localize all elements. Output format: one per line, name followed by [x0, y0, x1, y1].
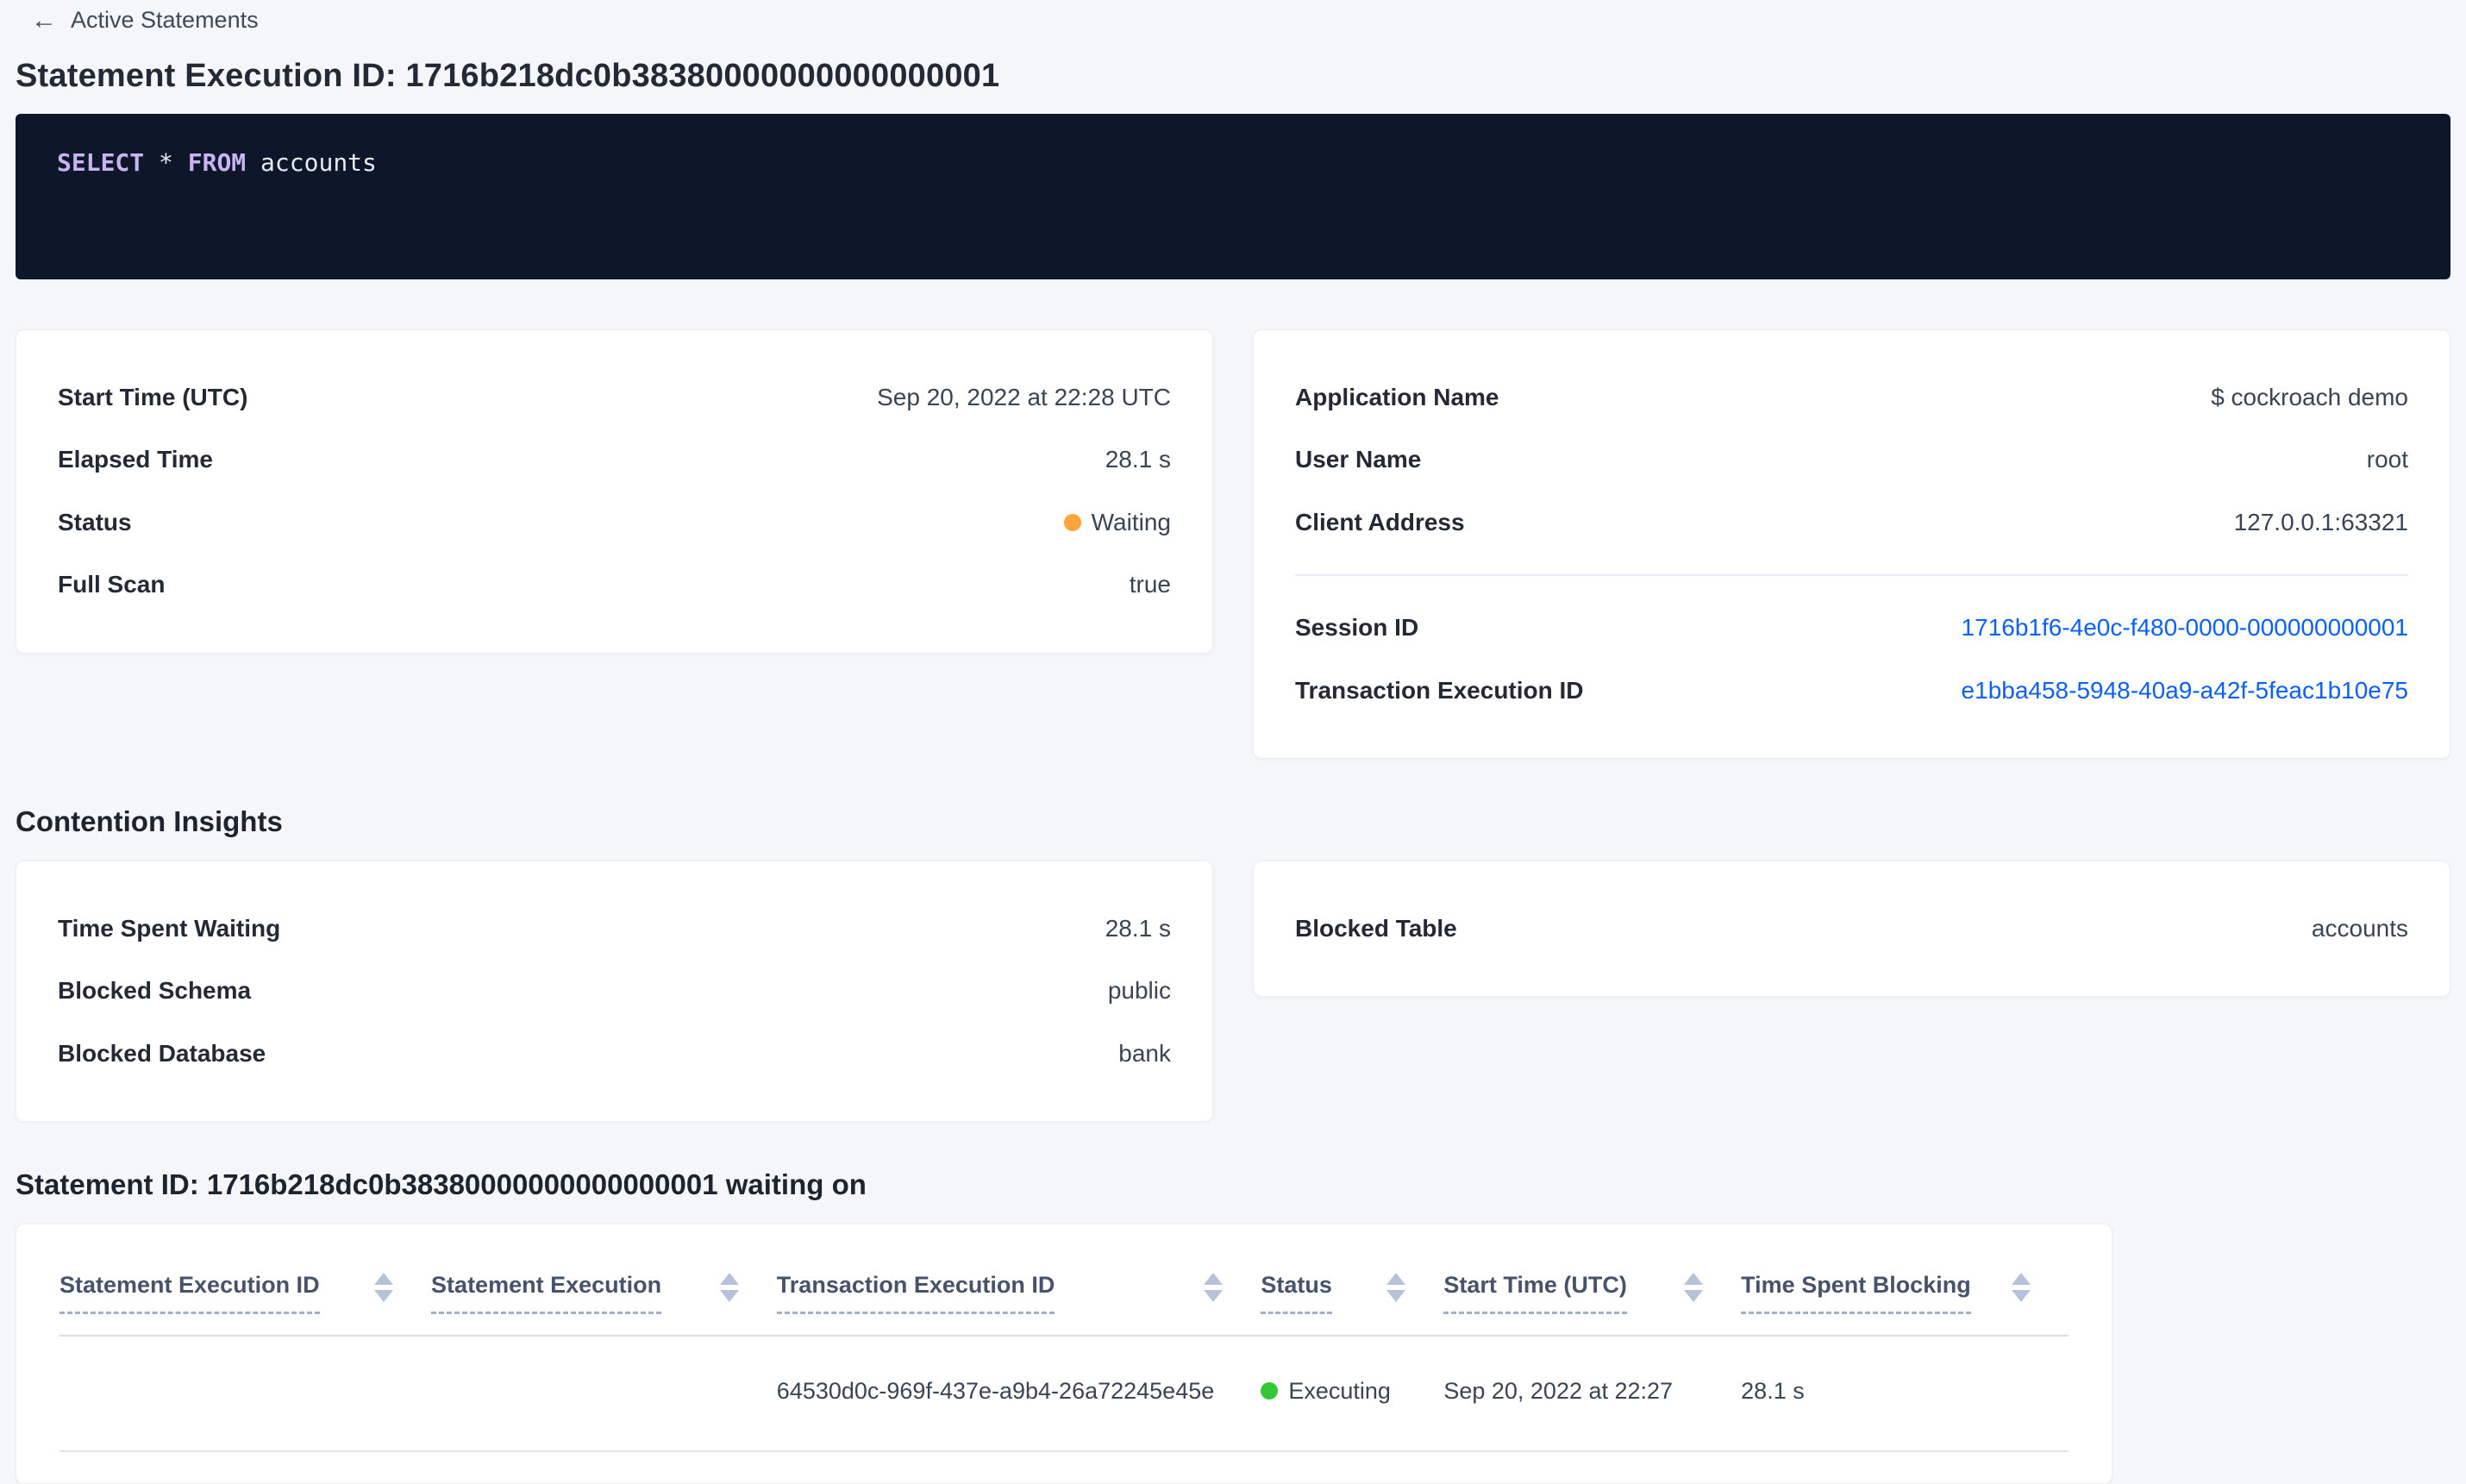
- start-time-label: Start Time (UTC): [58, 384, 248, 410]
- waiting-on-heading: Statement ID: 1716b218dc0b38380000000000…: [16, 1168, 867, 1201]
- sort-icon[interactable]: [1204, 1273, 1224, 1303]
- cell-time-spent-blocking: 28.1 s: [1741, 1335, 2069, 1453]
- status-executing-dot-icon: [1261, 1382, 1279, 1400]
- info-row-elapsed-time: Elapsed Time 28.1 s: [58, 429, 1171, 491]
- blocked-table-value: accounts: [2311, 914, 2408, 942]
- info-row-session-id: Session ID 1716b1f6-4e0c-f480-0000-00000…: [1295, 597, 2408, 659]
- overview-cards-row: Start Time (UTC) Sep 20, 2022 at 22:28 U…: [16, 329, 2450, 759]
- application-name-label: Application Name: [1295, 384, 1499, 410]
- blocked-table-card: Blocked Table accounts: [1253, 860, 2450, 998]
- sort-icon[interactable]: [2012, 1273, 2031, 1303]
- column-header-time-spent-blocking[interactable]: Time Spent Blocking: [1741, 1240, 2069, 1337]
- column-header-statement-execution[interactable]: Statement Execution: [431, 1240, 777, 1337]
- info-row-client-address: Client Address 127.0.0.1:63321: [1295, 492, 2408, 554]
- elapsed-time-label: Elapsed Time: [58, 446, 214, 473]
- column-header-statement-execution-id[interactable]: Statement Execution ID: [59, 1240, 432, 1337]
- status-waiting-dot-icon: [1063, 513, 1081, 531]
- user-name-label: User Name: [1295, 446, 1422, 473]
- statement-details-page: ← Active Statements Statement Execution …: [0, 0, 2466, 1484]
- elapsed-time-value: 28.1 s: [1105, 446, 1171, 473]
- info-row-status: Status Waiting: [58, 492, 1171, 554]
- execution-details-card: Start Time (UTC) Sep 20, 2022 at 22:28 U…: [16, 329, 1213, 654]
- blocked-database-value: bank: [1118, 1039, 1171, 1067]
- column-header-label: Time Spent Blocking: [1741, 1271, 1971, 1314]
- application-name-value: $ cockroach demo: [2211, 384, 2408, 410]
- full-scan-value: true: [1129, 571, 1171, 598]
- time-spent-waiting-value: 28.1 s: [1105, 914, 1171, 942]
- card-divider: [1295, 574, 2408, 577]
- back-arrow-icon: ←: [31, 5, 57, 34]
- info-row-full-scan: Full Scan true: [58, 554, 1171, 616]
- sort-icon[interactable]: [1684, 1273, 1704, 1303]
- sort-icon[interactable]: [719, 1273, 739, 1303]
- contention-cards-row: Time Spent Waiting 28.1 s Blocked Schema…: [16, 860, 2450, 1123]
- waiting-statements-table-card: Statement Execution ID Statement Executi…: [16, 1224, 2112, 1484]
- column-header-label: Status: [1261, 1271, 1332, 1314]
- status-text: Waiting: [1091, 508, 1171, 535]
- info-row-blocked-schema: Blocked Schema public: [58, 960, 1171, 1022]
- sort-icon[interactable]: [1386, 1273, 1406, 1303]
- back-link-label: Active Statements: [71, 7, 259, 33]
- blocked-database-label: Blocked Database: [58, 1039, 266, 1067]
- status-label: Status: [58, 508, 132, 535]
- start-time-value: Sep 20, 2022 at 22:28 UTC: [877, 384, 1171, 410]
- column-header-label: Transaction Execution ID: [776, 1271, 1055, 1314]
- client-address-value: 127.0.0.1:63321: [2233, 508, 2408, 535]
- info-row-blocked-database: Blocked Database bank: [58, 1023, 1171, 1085]
- waiting-statements-table: Statement Execution ID Statement Executi…: [59, 1240, 2069, 1453]
- table-row: 64530d0c-969f-437e-a9b4-26a72245e45e Exe…: [59, 1335, 2069, 1453]
- user-name-value: root: [2366, 446, 2408, 473]
- cell-status: Executing: [1261, 1335, 1444, 1453]
- client-address-label: Client Address: [1295, 508, 1465, 535]
- sort-icon[interactable]: [374, 1273, 394, 1303]
- info-row-time-spent-waiting: Time Spent Waiting 28.1 s: [58, 898, 1171, 960]
- column-header-transaction-execution-id[interactable]: Transaction Execution ID: [776, 1240, 1261, 1337]
- column-header-start-time[interactable]: Start Time (UTC): [1443, 1240, 1742, 1337]
- page-title: Statement Execution ID: 1716b218dc0b3838…: [16, 58, 1000, 94]
- blocked-schema-label: Blocked Schema: [58, 977, 252, 1005]
- blocked-schema-value: public: [1107, 977, 1171, 1005]
- sql-table-name: accounts: [246, 148, 377, 177]
- transaction-execution-id-link[interactable]: e1bba458-5948-40a9-a42f-5feac1b10e75: [1962, 675, 2408, 706]
- contention-details-card: Time Spent Waiting 28.1 s Blocked Schema…: [16, 860, 1213, 1123]
- row-status-text: Executing: [1288, 1377, 1391, 1404]
- status-value: Waiting: [1063, 507, 1171, 538]
- column-header-label: Statement Execution ID: [59, 1271, 320, 1314]
- cell-transaction-execution-id: 64530d0c-969f-437e-a9b4-26a72245e45e: [776, 1335, 1261, 1453]
- column-header-label: Start Time (UTC): [1443, 1271, 1627, 1314]
- cell-statement-execution-id: [59, 1335, 432, 1453]
- sql-keyword-select: SELECT: [57, 148, 145, 177]
- transaction-execution-id-label: Transaction Execution ID: [1295, 676, 1584, 704]
- column-header-status[interactable]: Status: [1261, 1240, 1444, 1337]
- column-header-label: Statement Execution: [431, 1271, 662, 1314]
- sql-statement-text: SELECT * FROM accounts: [57, 148, 377, 177]
- sql-star: *: [144, 148, 188, 177]
- cell-statement-execution: [431, 1335, 777, 1453]
- session-details-card: Application Name $ cockroach demo User N…: [1253, 329, 2450, 759]
- time-spent-waiting-label: Time Spent Waiting: [58, 914, 281, 942]
- sql-keyword-from: FROM: [187, 148, 247, 177]
- full-scan-label: Full Scan: [58, 571, 166, 598]
- session-id-label: Session ID: [1295, 614, 1419, 642]
- info-row-transaction-execution-id: Transaction Execution ID e1bba458-5948-4…: [1295, 660, 2408, 722]
- cell-start-time: Sep 20, 2022 at 22:27: [1443, 1335, 1742, 1453]
- back-link[interactable]: ← Active Statements: [31, 7, 259, 34]
- blocked-table-label: Blocked Table: [1295, 914, 1457, 942]
- info-row-start-time: Start Time (UTC) Sep 20, 2022 at 22:28 U…: [58, 366, 1171, 429]
- session-id-link[interactable]: 1716b1f6-4e0c-f480-0000-000000000001: [1962, 612, 2408, 643]
- info-row-user-name: User Name root: [1295, 429, 2408, 491]
- sql-statement-box: SELECT * FROM accounts: [16, 114, 2450, 279]
- info-row-application-name: Application Name $ cockroach demo: [1295, 366, 2408, 429]
- contention-insights-heading: Contention Insights: [16, 805, 283, 837]
- table-header-row: Statement Execution ID Statement Executi…: [59, 1240, 2069, 1337]
- info-row-blocked-table: Blocked Table accounts: [1295, 898, 2408, 960]
